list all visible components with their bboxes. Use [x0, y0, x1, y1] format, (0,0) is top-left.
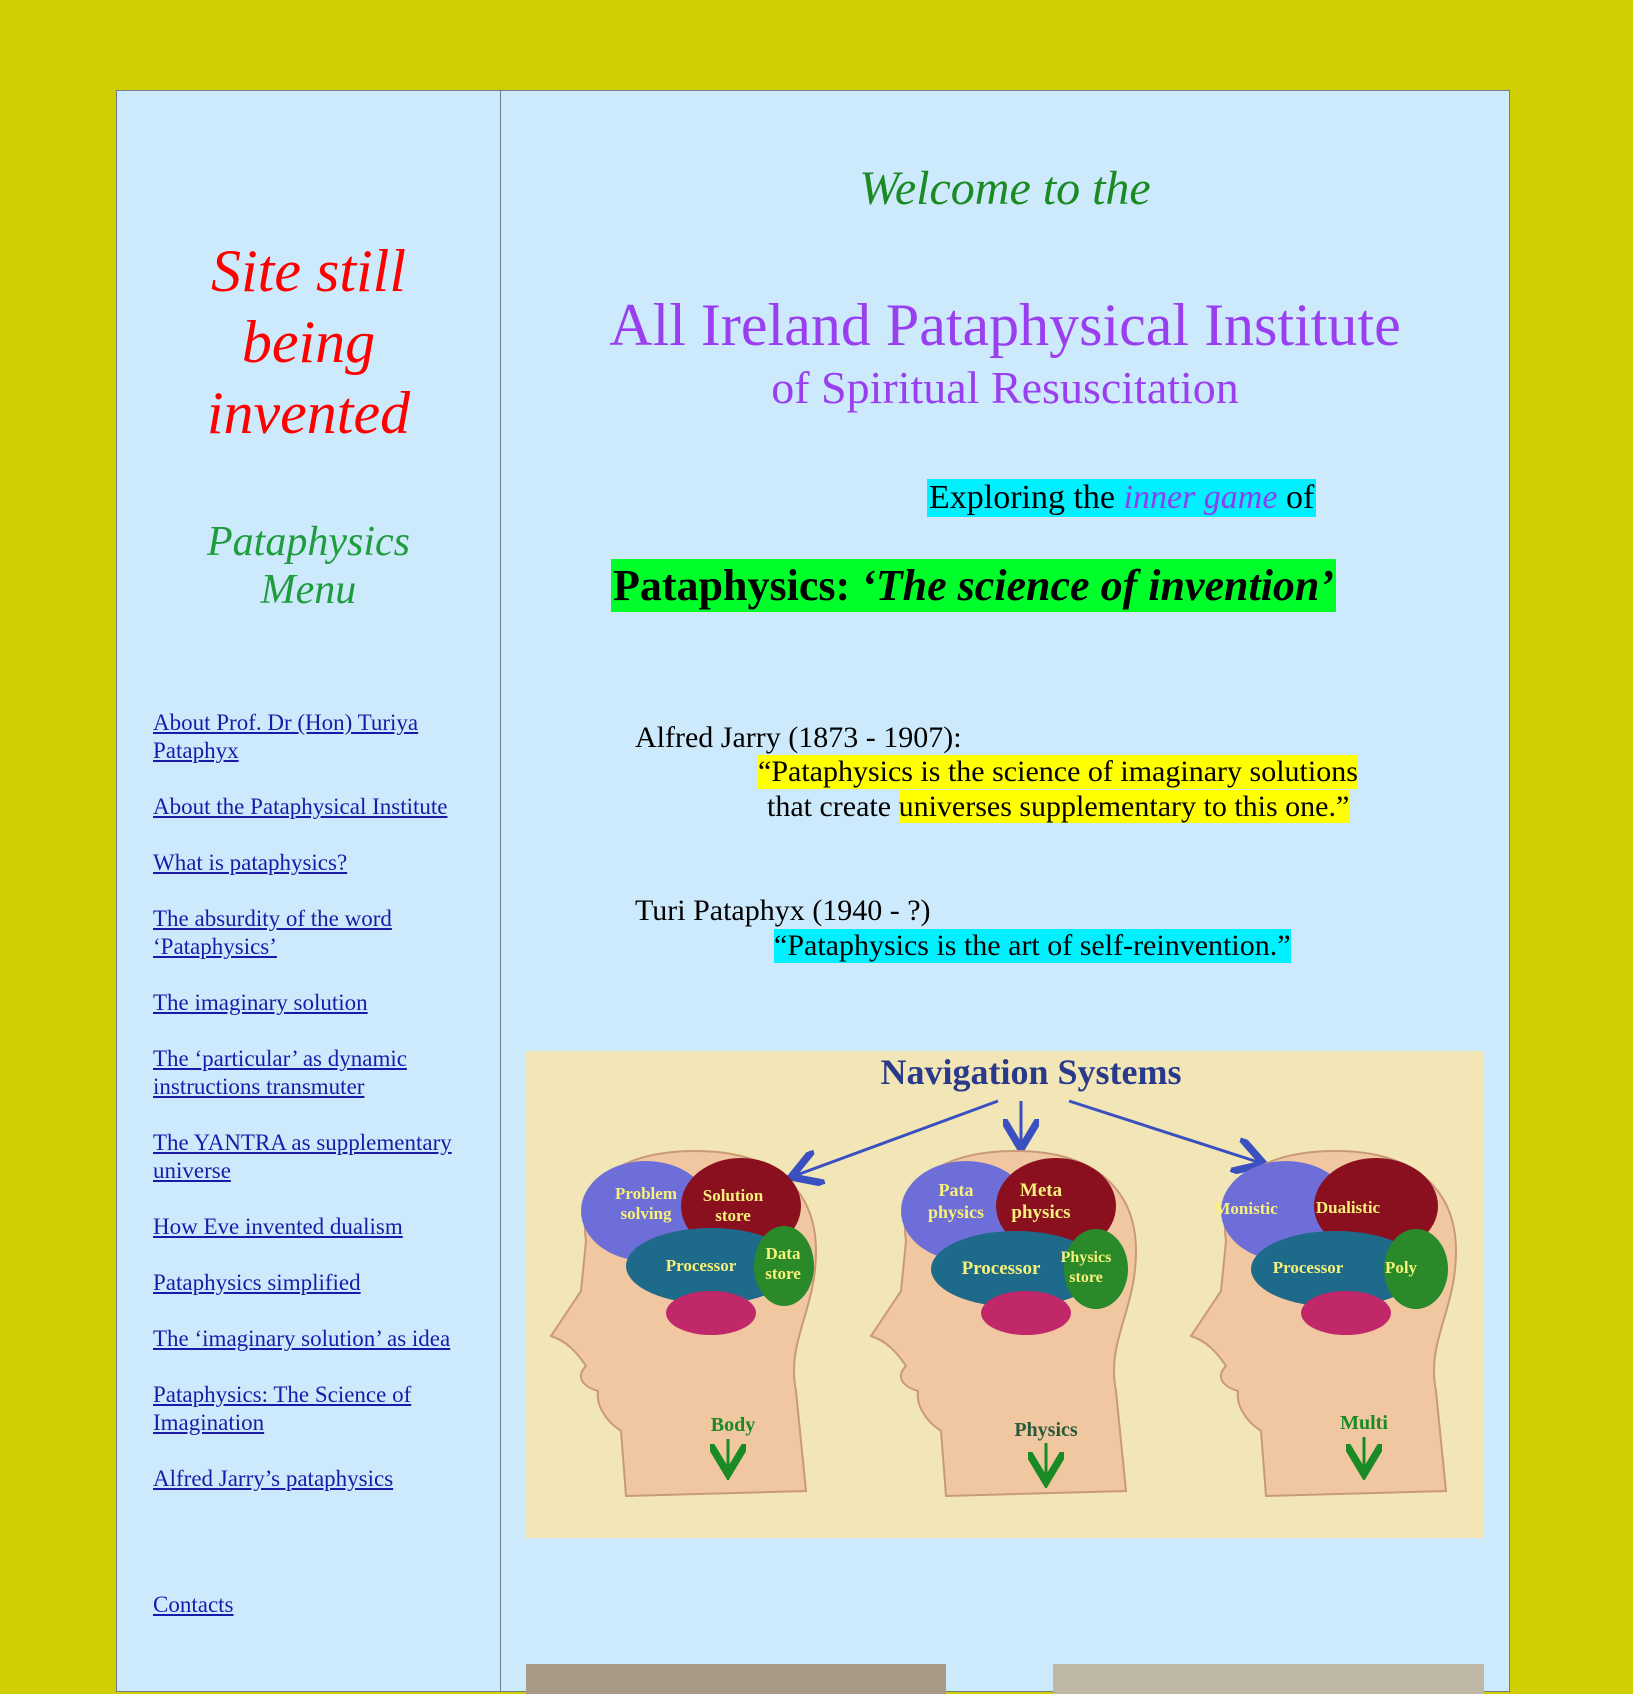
quote1-line2-plain: that create: [767, 790, 899, 823]
menu-link-yantra[interactable]: The YANTRA as supplementary universe: [153, 1129, 488, 1185]
main-content: Welcome to the All Ireland Pataphysical …: [501, 91, 1509, 1694]
region-label: Meta: [1020, 1180, 1063, 1201]
region-label: Physics: [1061, 1249, 1112, 1266]
science-italic: ‘The science of invention’: [861, 561, 1335, 610]
quote1-author: Alfred Jarry (1873 - 1907):: [635, 721, 962, 754]
menu-link-pataphysics-simplified[interactable]: Pataphysics simplified: [153, 1269, 488, 1297]
region-label: Problem: [615, 1184, 677, 1203]
output-label: Body: [711, 1414, 755, 1436]
region-label: store: [765, 1264, 801, 1283]
science-banner: Pataphysics: ‘The science of invention’: [611, 559, 1337, 612]
region-label: solving: [620, 1204, 672, 1223]
notice-line: invented: [206, 380, 411, 446]
menu-link-about-institute[interactable]: About the Pataphysical Institute: [153, 793, 488, 821]
exploring-italic: inner game: [1123, 479, 1278, 516]
arrow-right: [1068, 1099, 1261, 1163]
notice-line: Site still: [211, 238, 406, 304]
quote2-text: “Pataphysics is the art of self-reinvent…: [774, 929, 1291, 963]
sidebar: Site still being invented Pataphysics Me…: [117, 91, 501, 1691]
institute-subtitle: of Spiritual Resuscitation: [771, 362, 1239, 413]
menu-link-jarry-pataphysics[interactable]: Alfred Jarry’s pataphysics: [153, 1465, 488, 1493]
exploring-suffix: of: [1277, 479, 1315, 516]
menu-title-line: Menu: [260, 567, 357, 613]
notice-line: being: [241, 309, 376, 375]
output-label: Physics: [1014, 1419, 1078, 1441]
head-1: Problem solving Solution store Processor…: [549, 1149, 818, 1498]
site-notice: Site still being invented: [117, 236, 500, 449]
institute-title: All Ireland Pataphysical Institute: [609, 292, 1401, 358]
region-label: physics: [928, 1202, 984, 1222]
region-label: Processor: [962, 1258, 1041, 1279]
head-3: Monistic Dualistic Processor Poly Multi: [1189, 1149, 1458, 1498]
menu-link-about-prof[interactable]: About Prof. Dr (Hon) Turiya Pataphyx: [153, 709, 488, 765]
region-label: Monistic: [1214, 1199, 1278, 1218]
menu-link-science-of-imagination[interactable]: Pataphysics: The Science of Imagination: [153, 1381, 488, 1437]
menu-link-imaginary-solution[interactable]: The imaginary solution: [153, 989, 488, 1017]
menu-title: Pataphysics Menu: [117, 518, 500, 614]
region-label: store: [715, 1206, 751, 1225]
navigation-systems-image: Navigation Systems Problem solving Solut…: [526, 1051, 1484, 1538]
region-label: Pata: [939, 1180, 974, 1200]
science-prefix: Pataphysics:: [613, 561, 862, 610]
menu-link-imaginary-solution-idea[interactable]: The ‘imaginary solution’ as idea: [153, 1325, 488, 1353]
region-label: Processor: [666, 1256, 737, 1275]
region-label: Poly: [1385, 1258, 1418, 1277]
output-label: Multi: [1340, 1412, 1388, 1434]
region-label: physics: [1011, 1202, 1070, 1223]
region-label: Dualistic: [1316, 1198, 1381, 1217]
menu-title-line: Pataphysics: [207, 519, 410, 565]
region-label: store: [1069, 1269, 1102, 1286]
quote1-line2: that create universes supplementary to t…: [767, 790, 1350, 824]
quote1-line2-highlight: universes supplementary to this one.”: [898, 790, 1350, 823]
pataphysics-menu: About Prof. Dr (Hon) Turiya Pataphyx Abo…: [153, 709, 488, 1521]
region-label: Data: [766, 1244, 801, 1263]
welcome-heading: Welcome to the: [859, 162, 1151, 215]
menu-link-contacts[interactable]: Contacts: [153, 1591, 234, 1619]
quote1-line1: “Pataphysics is the science of imaginary…: [758, 755, 1358, 789]
exploring-prefix: Exploring the: [929, 479, 1124, 516]
image-strip-right: [1053, 1664, 1484, 1694]
head-2: Pata physics Meta physics Processor Phys…: [869, 1149, 1138, 1498]
exploring-line: Exploring the inner game of: [927, 479, 1317, 517]
menu-link-eve-dualism[interactable]: How Eve invented dualism: [153, 1213, 488, 1241]
region-label: Solution: [703, 1186, 764, 1205]
nav-title: Navigation Systems: [880, 1052, 1181, 1092]
menu-link-particular-transmuter[interactable]: The ‘particular’ as dynamic instructions…: [153, 1045, 488, 1101]
page-frame: Site still being invented Pataphysics Me…: [116, 90, 1510, 1694]
menu-link-what-is-pataphysics[interactable]: What is pataphysics?: [153, 849, 488, 877]
quote2-author: Turi Pataphyx (1940 - ?): [635, 894, 931, 927]
image-strip-left: [526, 1664, 946, 1694]
region-label: Processor: [1273, 1258, 1344, 1277]
menu-link-absurdity-of-word[interactable]: The absurdity of the word ‘Pataphysics’: [153, 905, 488, 961]
navigation-diagram: Navigation Systems Problem solving Solut…: [549, 1052, 1458, 1498]
